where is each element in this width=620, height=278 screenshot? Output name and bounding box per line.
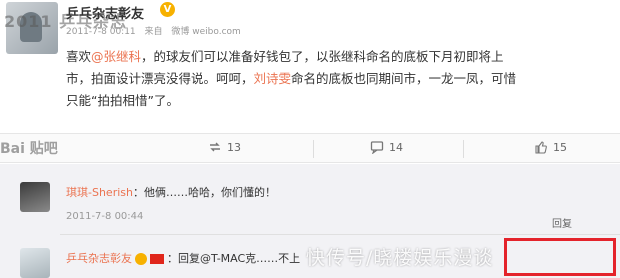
flag-icon [150,254,164,264]
like-button[interactable]: 15 [534,140,567,154]
vip-badge-icon: V [160,2,175,17]
comment-text: ：回复@T-MAC克……不上 [167,252,301,265]
mention-link[interactable]: 刘诗雯 [254,71,292,86]
reply-button[interactable]: 回复 [552,215,572,230]
action-divider [463,140,464,158]
mention-link[interactable]: @张继科 [91,49,141,64]
weibo-post: 2011 乒乓杂志 乒乓杂志彰友 V 2011-7-8 00:11 来自 微博 … [0,0,620,130]
post-text: 喜欢 [66,49,92,64]
post-text: 市，拍面设计漂亮没得说。呵呵， [66,71,254,86]
action-bar: 13 14 15 [0,133,620,163]
action-divider [313,140,314,158]
post-line-3: 只能“拍拍相惜”了。 [66,93,179,108]
post-source[interactable]: 微博 weibo.com [171,27,240,37]
comment-user[interactable]: 琪琪-Sherish [66,186,133,199]
like-count: 15 [553,140,567,154]
post-line-1: 喜欢@张继科，的球友们可以准备好钱包了，以张继科命名的底板下月初即将上 [66,46,614,68]
comment-text: ：他俩……哈哈，你们懂的！ [132,186,276,199]
overlay-watermark: 快传号/晓楼娱乐漫谈 [306,247,494,269]
post-body: 喜欢@张继科，的球友们可以准备好钱包了，以张继科命名的底板下月初即将上 市，拍面… [66,46,614,112]
post-text: ，的球友们可以准备好钱包了，以张继科命名的底板下月初即将上 [141,49,504,64]
comment-line: 琪琪-Sherish：他俩……哈哈，你们懂的！ [66,184,276,200]
highlight-box [504,238,616,276]
repost-count: 13 [227,140,241,154]
comment-icon [370,141,384,154]
comment-user[interactable]: 乒乓杂志彰友 [66,252,132,265]
comment-button[interactable]: 14 [370,140,403,154]
post-line-2: 市，拍面设计漂亮没得说。呵呵，刘诗雯命名的底板也同期间市，一龙一凤，可惜 [66,68,614,90]
author-name[interactable]: 乒乓杂志彰友 [66,3,144,22]
post-text: 命名的底板也同期间市，一龙一凤，可惜 [291,71,517,86]
repost-icon [210,142,220,152]
thumbs-up-icon [535,141,547,154]
commenter-avatar[interactable] [20,182,50,212]
post-meta: 2011-7-8 00:11 来自 微博 weibo.com [66,24,247,37]
commenter-avatar[interactable] [20,248,50,278]
repost-button[interactable]: 13 [208,140,241,154]
comment-count: 14 [389,140,403,154]
vip-badge-icon [135,253,147,265]
baidu-tieba-watermark: Bai 贴吧 [0,141,58,157]
source-prefix: 来自 [144,27,163,37]
comment-divider [60,234,620,235]
comment-time: 2011-7-8 00:44 [66,211,144,222]
post-time[interactable]: 2011-7-8 00:11 [66,27,136,37]
comment-line: 乒乓杂志彰友 ：回复@T-MAC克……不上 [66,250,300,266]
